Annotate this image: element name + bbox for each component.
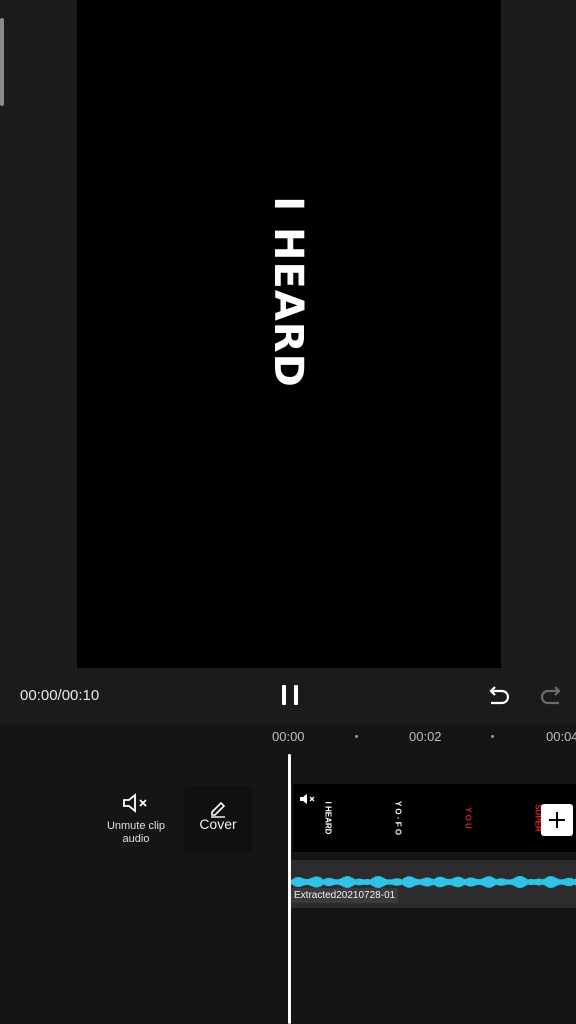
unmute-clip-audio-button[interactable]: Unmute clip audio [96,792,176,858]
pause-icon[interactable] [276,682,304,708]
redo-icon[interactable] [538,682,566,710]
timecode: 00:00/00:10 [20,687,100,704]
ruler-dot [491,735,494,738]
pencil-icon [211,801,226,818]
thumbnail-text: Y O U [463,807,473,829]
audio-track-label: Extracted20210728-01 [291,888,399,903]
clip-thumbnail: Y O U [433,784,503,852]
thumbnail-text: Y O · F O [393,800,403,836]
video-clip-track[interactable]: I HEARD Y O · F O Y O U SUPER [293,784,576,852]
ruler-label: 00:04 [546,729,576,744]
ruler-label: 00:00 [272,729,305,744]
clip-thumbnail: Y O · F O [363,784,433,852]
preview-area: I HEARD [0,0,576,668]
overlay-text: I HEARD [265,196,311,388]
thumbnail-text: I HEARD [323,801,333,835]
playback-control-bar: 00:00/00:10 [0,668,576,724]
undo-icon[interactable] [484,682,512,710]
playhead[interactable] [288,754,291,1024]
cover-label: Cover [199,816,237,832]
scroll-indicator[interactable] [0,18,4,106]
cover-button[interactable]: Cover [184,786,252,852]
speaker-muted-icon [123,793,147,813]
ruler-label: 00:02 [409,729,442,744]
track-mute-icon[interactable] [299,792,317,806]
add-clip-button[interactable] [541,804,573,836]
unmute-clip-audio-label: Unmute clip audio [106,820,166,845]
ruler-dot [355,735,358,738]
